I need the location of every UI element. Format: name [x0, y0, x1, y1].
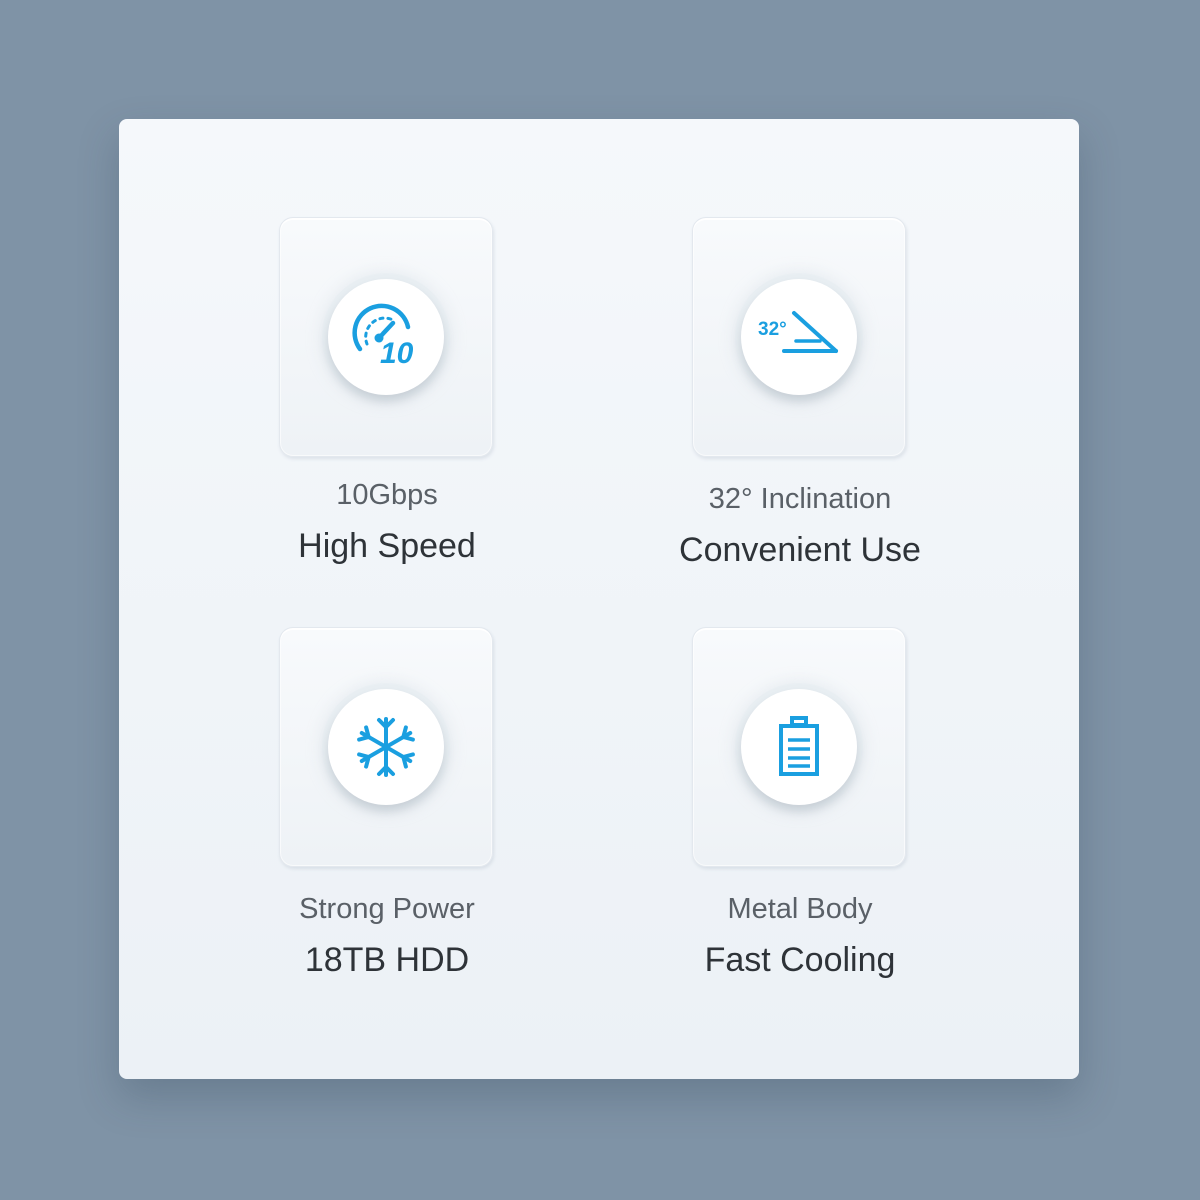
feature-title: Fast Cooling [704, 941, 896, 979]
feature-subtitle: 10Gbps [336, 479, 438, 511]
icon-disc: 10 [328, 279, 444, 395]
icon-text: 10 [380, 337, 414, 370]
feature-card: 10 10Gbps High Speed 32° 32° Inclination… [119, 119, 1079, 1079]
speedometer-10-icon: 10 [352, 303, 414, 370]
icon-disc [741, 689, 857, 805]
feature-subtitle: Strong Power [299, 893, 475, 925]
incline-angle-icon: 32° [758, 311, 838, 353]
icon-text: 32° [758, 319, 787, 340]
feature-title: Convenient Use [679, 531, 921, 569]
feature-title: High Speed [298, 527, 476, 565]
feature-convenient-use: 32° 32° Inclination Convenient Use [590, 217, 1010, 577]
icon-disc [328, 689, 444, 805]
battery-icon [779, 716, 819, 776]
feature-high-speed: 10 10Gbps High Speed [177, 217, 597, 577]
feature-subtitle: 32° Inclination [708, 483, 892, 515]
feature-fast-cooling: Metal Body Fast Cooling [590, 627, 1010, 987]
icon-tile: 32° [692, 217, 906, 457]
icon-disc: 32° [741, 279, 857, 395]
icon-tile [279, 627, 493, 867]
feature-subtitle: Metal Body [727, 893, 873, 925]
feature-18tb-hdd: Strong Power 18TB HDD [177, 627, 597, 987]
icon-tile: 10 [279, 217, 493, 457]
snowflake-icon [357, 717, 415, 777]
icon-tile [692, 627, 906, 867]
feature-title: 18TB HDD [304, 941, 470, 979]
